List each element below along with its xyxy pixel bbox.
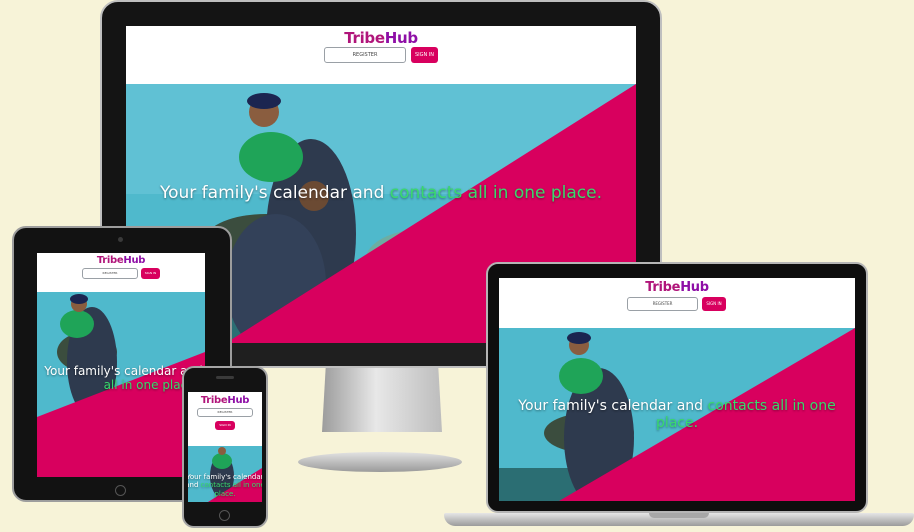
- phone-home-button[interactable]: [219, 510, 230, 521]
- brand-text-tribe: Tribe: [645, 280, 681, 295]
- site-header: TribeHub REGISTER SIGN IN: [126, 26, 636, 84]
- brand-logo[interactable]: TribeHub: [499, 280, 855, 295]
- tablet-home-button[interactable]: [115, 485, 126, 496]
- sign-in-button[interactable]: SIGN IN: [411, 47, 438, 63]
- brand-text-tribe: Tribe: [96, 255, 124, 266]
- tagline-white-text: Your family's calendar and: [518, 398, 704, 414]
- site-header: TribeHub REGISTER SIGN IN: [499, 278, 855, 328]
- hero-tagline: Your family's calendar and contacts all …: [188, 473, 262, 498]
- hero-banner: Your family's calendar and contacts all …: [499, 328, 855, 501]
- phone-screen: TribeHub REGISTER SIGN IN Your family's …: [188, 392, 262, 502]
- brand-text-hub: Hub: [123, 255, 146, 266]
- site-header: TribeHub REGISTER SIGN IN: [37, 253, 205, 292]
- brand-logo[interactable]: TribeHub: [188, 395, 262, 406]
- hero-tagline: Your family's calendar and contacts all …: [499, 398, 855, 432]
- tagline-green-text: contacts all in one place.: [389, 183, 603, 203]
- tablet-camera: [118, 237, 123, 242]
- sign-in-button[interactable]: SIGN IN: [141, 268, 160, 279]
- brand-text-hub: Hub: [227, 395, 250, 406]
- monitor-base: [298, 452, 462, 472]
- sign-in-button[interactable]: SIGN IN: [702, 297, 726, 311]
- register-button[interactable]: REGISTER: [324, 47, 406, 63]
- phone: TribeHub REGISTER SIGN IN Your family's …: [182, 366, 268, 528]
- register-button[interactable]: REGISTER: [197, 408, 253, 417]
- laptop-notch: [649, 513, 709, 518]
- register-button[interactable]: REGISTER: [627, 297, 698, 311]
- site-header: TribeHub REGISTER SIGN IN: [188, 392, 262, 442]
- brand-logo[interactable]: TribeHub: [126, 29, 636, 47]
- brand-text-hub: Hub: [680, 280, 709, 295]
- brand-text-tribe: Tribe: [344, 29, 385, 47]
- laptop: TribeHub REGISTER SIGN IN Your family's …: [444, 262, 914, 532]
- hero-tagline: Your family's calendar and contacts all …: [126, 183, 636, 203]
- hero-banner: Your family's calendar and contacts all …: [37, 292, 205, 477]
- sign-in-button[interactable]: SIGN IN: [215, 421, 235, 430]
- brand-text-hub: Hub: [384, 29, 418, 47]
- brand-text-tribe: Tribe: [200, 395, 228, 406]
- tagline-white-text: Your family's calendar and: [159, 183, 385, 203]
- tablet-screen: TribeHub REGISTER SIGN IN Your family's …: [37, 253, 205, 477]
- tagline-green-text: contacts all in one place.: [200, 481, 262, 498]
- phone-speaker: [216, 376, 234, 379]
- brand-logo[interactable]: TribeHub: [37, 255, 205, 266]
- tagline-white-text: Your family's calendar and: [44, 364, 203, 378]
- register-button[interactable]: REGISTER: [82, 268, 138, 279]
- laptop-screen: TribeHub REGISTER SIGN IN Your family's …: [499, 278, 855, 501]
- hero-tagline: Your family's calendar and contacts all …: [37, 364, 205, 393]
- hero-banner: Your family's calendar and contacts all …: [188, 446, 262, 502]
